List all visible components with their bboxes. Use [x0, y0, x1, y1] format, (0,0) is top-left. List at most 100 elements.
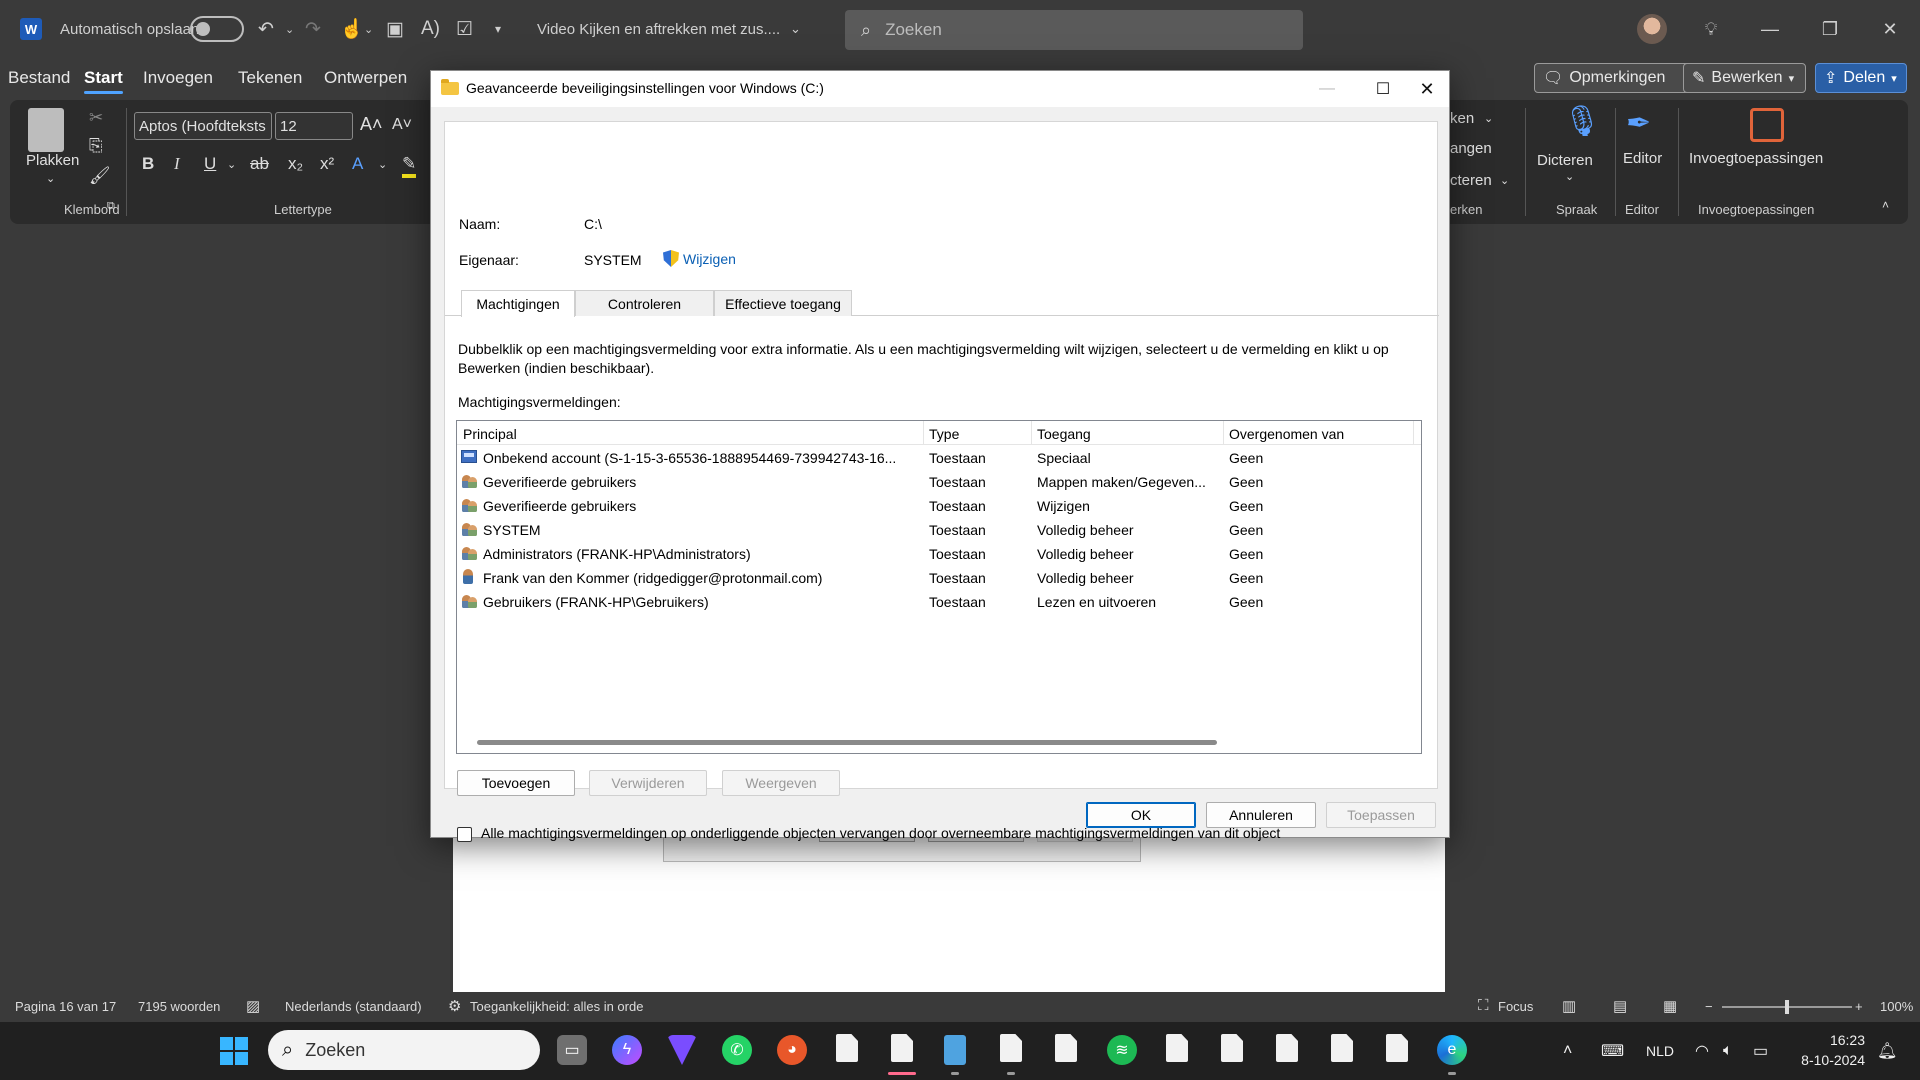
- tab-permissions[interactable]: Machtigingen: [461, 290, 575, 317]
- format-painter-icon[interactable]: 🖌︎: [89, 166, 111, 186]
- undo-icon[interactable]: ↶: [258, 0, 274, 58]
- editor-label[interactable]: Editor: [1623, 150, 1662, 167]
- document-icon[interactable]: [1166, 1034, 1188, 1062]
- accessibility-status[interactable]: Toegankelijkheid: alles in orde: [470, 999, 643, 1014]
- bold-icon[interactable]: B: [142, 154, 154, 174]
- tab-tekenen[interactable]: Tekenen: [238, 68, 302, 88]
- tab-ontwerpen[interactable]: Ontwerpen: [324, 68, 407, 88]
- tray-overflow-icon[interactable]: ˄: [1563, 1022, 1572, 1080]
- whatsapp-icon[interactable]: ✆: [722, 1035, 752, 1065]
- wifi-icon[interactable]: ◠: [1695, 1022, 1709, 1080]
- spotify-icon[interactable]: ≋: [1107, 1035, 1137, 1065]
- close-icon[interactable]: ✕: [1860, 0, 1920, 58]
- column-principal[interactable]: Principal: [463, 426, 517, 442]
- clock-time[interactable]: 16:23: [1795, 1030, 1865, 1050]
- document-icon[interactable]: [1276, 1034, 1298, 1062]
- zoom-level[interactable]: 100%: [1880, 999, 1913, 1014]
- editing-item-3[interactable]: cteren: [1450, 172, 1492, 189]
- save-icon[interactable]: ▣: [386, 0, 404, 58]
- notepad-icon[interactable]: [944, 1035, 966, 1065]
- table-row[interactable]: Geverifieerde gebruikers Toestaan Wijzig…: [457, 494, 1421, 518]
- column-type[interactable]: Type: [929, 426, 959, 442]
- task-view-icon[interactable]: ▭: [557, 1035, 587, 1065]
- volume-icon[interactable]: 🔈︎: [1723, 1022, 1733, 1080]
- font-size-select[interactable]: 12: [275, 112, 353, 140]
- customize-qat-icon[interactable]: ▾: [495, 0, 501, 58]
- tab-invoegen[interactable]: Invoegen: [143, 68, 213, 88]
- underline-dropdown-icon[interactable]: ⌄: [227, 158, 236, 171]
- document-icon[interactable]: [1221, 1034, 1243, 1062]
- collapse-ribbon-icon[interactable]: ˄: [1882, 198, 1889, 212]
- autosave-toggle[interactable]: [190, 0, 244, 58]
- table-row[interactable]: Geverifieerde gebruikers Toestaan Mappen…: [457, 470, 1421, 494]
- remove-button[interactable]: Verwijderen: [589, 770, 707, 796]
- document-icon[interactable]: [1000, 1034, 1022, 1062]
- dialog-launcher-icon[interactable]: ⧉: [107, 200, 115, 213]
- strikethrough-icon[interactable]: ab: [250, 154, 269, 174]
- zoom-out-icon[interactable]: −: [1705, 999, 1713, 1014]
- focus-mode[interactable]: Focus: [1498, 999, 1533, 1014]
- proofing-icon[interactable]: ▨: [246, 997, 260, 1015]
- editor-icon[interactable]: ✒︎: [1626, 106, 1651, 141]
- accessibility-icon[interactable]: ⚙: [448, 997, 461, 1015]
- cancel-button[interactable]: Annuleren: [1206, 802, 1316, 828]
- zoom-in-icon[interactable]: +: [1855, 999, 1863, 1014]
- notification-bell-icon[interactable]: 🔔︎: [1877, 1022, 1897, 1080]
- italic-icon[interactable]: I: [174, 154, 180, 174]
- top-search-box[interactable]: ⌕ Zoeken: [845, 10, 1303, 50]
- table-row[interactable]: Frank van den Kommer (ridgedigger@proton…: [457, 566, 1421, 590]
- document-icon[interactable]: [891, 1034, 913, 1062]
- document-title[interactable]: Video Kijken en aftrekken met zus....: [537, 0, 780, 58]
- word-count[interactable]: 7195 woorden: [138, 999, 220, 1014]
- restore-icon[interactable]: ❐: [1800, 0, 1860, 58]
- dictate-chevron-icon[interactable]: ⌄: [1565, 170, 1574, 183]
- table-row[interactable]: Gebruikers (FRANK-HP\Gebruikers) Toestaa…: [457, 590, 1421, 614]
- text-effects-dropdown-icon[interactable]: ⌄: [378, 158, 387, 171]
- editing-item-2[interactable]: angen: [1450, 140, 1492, 157]
- comments-button[interactable]: 🗨︎ Opmerkingen: [1534, 63, 1694, 93]
- table-row[interactable]: SYSTEM Toestaan Volledig beheer Geen: [457, 518, 1421, 542]
- shrink-font-icon[interactable]: A˅: [392, 116, 412, 134]
- add-button[interactable]: Toevoegen: [457, 770, 575, 796]
- lightbulb-icon[interactable]: 💡︎: [1681, 0, 1741, 58]
- add-ins-icon[interactable]: [1750, 108, 1784, 142]
- cut-icon[interactable]: ✂: [89, 108, 103, 128]
- column-separator[interactable]: [923, 421, 924, 445]
- keyboard-icon[interactable]: ⌨: [1601, 1022, 1624, 1080]
- input-language[interactable]: NLD: [1646, 1022, 1674, 1080]
- language-indicator[interactable]: Nederlands (standaard): [285, 999, 422, 1014]
- editing-item-1[interactable]: ken: [1450, 110, 1474, 127]
- ok-button[interactable]: OK: [1086, 802, 1196, 828]
- title-chevron-icon[interactable]: ⌄: [790, 0, 801, 58]
- chevron-down-icon[interactable]: ⌄: [1484, 112, 1493, 125]
- column-access[interactable]: Toegang: [1037, 426, 1091, 442]
- column-separator[interactable]: [1031, 421, 1032, 445]
- print-layout-icon[interactable]: ▤: [1613, 997, 1627, 1015]
- grow-font-icon[interactable]: A˄: [360, 114, 383, 135]
- change-owner-link[interactable]: Wijzigen: [663, 250, 736, 267]
- column-separator[interactable]: [1223, 421, 1224, 445]
- clock-date[interactable]: 8-10-2024: [1795, 1050, 1865, 1070]
- view-button[interactable]: Weergeven: [722, 770, 840, 796]
- underline-icon[interactable]: U: [204, 154, 216, 174]
- dictate-label[interactable]: Dicteren: [1537, 152, 1593, 169]
- avatar[interactable]: [1637, 14, 1667, 44]
- share-button[interactable]: ⇪ Delen ▾: [1815, 63, 1907, 93]
- tab-effective-access[interactable]: Effectieve toegang: [714, 290, 852, 316]
- highlight-icon[interactable]: ✎: [402, 154, 417, 178]
- redo-icon[interactable]: ↷: [305, 0, 321, 58]
- microphone-icon[interactable]: 🎙︎: [1563, 104, 1601, 139]
- apply-button[interactable]: Toepassen: [1326, 802, 1436, 828]
- column-separator[interactable]: [1413, 421, 1414, 445]
- table-row[interactable]: Administrators (FRANK-HP\Administrators)…: [457, 542, 1421, 566]
- document-icon[interactable]: [1386, 1034, 1408, 1062]
- touch-mode-icon[interactable]: ☝: [340, 0, 364, 58]
- document-icon[interactable]: [836, 1034, 858, 1062]
- page-indicator[interactable]: Pagina 16 van 17: [15, 999, 116, 1014]
- undo-dropdown-icon[interactable]: ⌄: [285, 0, 294, 58]
- copy-icon[interactable]: ⎘: [89, 136, 103, 156]
- read-aloud-icon[interactable]: A): [421, 0, 440, 58]
- windows-start-icon[interactable]: [220, 1037, 248, 1065]
- paste-label[interactable]: Plakken: [26, 152, 79, 169]
- font-name-select[interactable]: Aptos (Hoofdteksts: [134, 112, 272, 140]
